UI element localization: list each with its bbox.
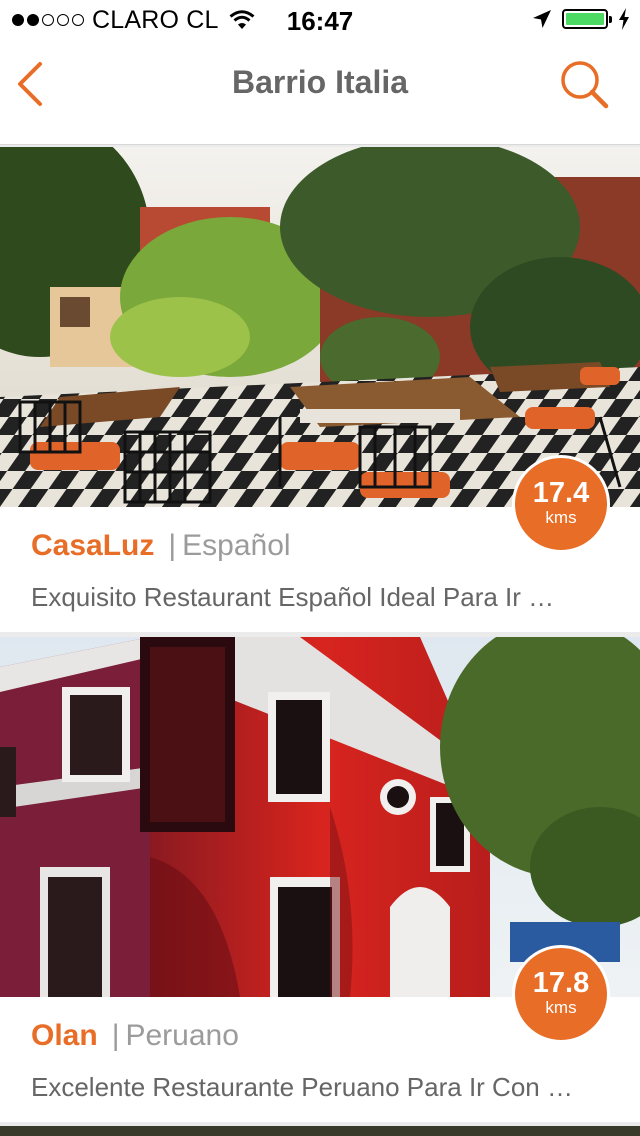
- restaurant-description: Exquisito Restaurant Español Ideal Para …: [31, 582, 555, 612]
- restaurant-title-row: Olan | Peruano: [31, 1019, 239, 1053]
- restaurant-photo: [0, 637, 640, 997]
- distance-unit: kms: [545, 998, 577, 1017]
- restaurant-photo: [0, 147, 640, 507]
- restaurant-description: Excelente Restaurante Peruano Para Ir Co…: [31, 1072, 573, 1102]
- restaurant-cuisine: Peruano: [125, 1019, 239, 1052]
- battery-icon: [562, 9, 612, 29]
- title-divider: |: [111, 1019, 120, 1052]
- restaurant-card[interactable]: Olan | Peruano Excelente Restaurante Per…: [0, 637, 640, 1122]
- restaurant-title-row: CasaLuz | Español: [31, 529, 291, 563]
- status-bar-right: [532, 8, 630, 30]
- distance-badge: 17.8 kms: [512, 945, 610, 1043]
- restaurant-name: Olan: [31, 1019, 98, 1052]
- title-divider: |: [168, 529, 177, 562]
- navigation-bar: Barrio Italia: [0, 40, 640, 145]
- distance-value: 17.8: [532, 967, 590, 999]
- status-bar: CLARO CL 16:47: [0, 0, 640, 40]
- distance-unit: kms: [545, 508, 577, 527]
- search-icon[interactable]: [556, 56, 612, 112]
- restaurant-name: CasaLuz: [31, 529, 155, 562]
- restaurant-card[interactable]: CasaLuz | Español Exquisito Restaurant E…: [0, 147, 640, 632]
- restaurant-cuisine: Español: [182, 529, 291, 562]
- location-arrow-icon: [533, 10, 551, 28]
- page-title: Barrio Italia: [231, 64, 409, 100]
- restaurant-card-partial[interactable]: [0, 1126, 640, 1136]
- distance-value: 17.4: [532, 477, 590, 509]
- distance-badge: 17.4 kms: [512, 455, 610, 553]
- charging-bolt-icon: [619, 8, 629, 30]
